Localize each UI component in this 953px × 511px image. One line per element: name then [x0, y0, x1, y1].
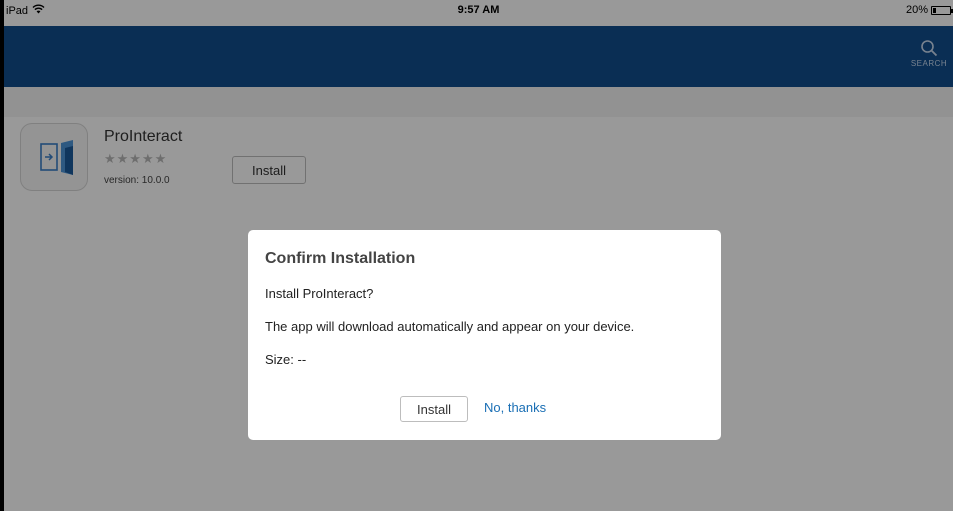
- dialog-question: Install ProInteract?: [265, 286, 374, 301]
- dialog-decline-link[interactable]: No, thanks: [484, 400, 546, 415]
- dialog-install-button[interactable]: Install: [400, 396, 468, 422]
- dialog-message: The app will download automatically and …: [265, 319, 635, 334]
- dialog-title: Confirm Installation: [265, 250, 416, 267]
- confirm-install-dialog: Confirm Installation Install ProInteract…: [248, 230, 721, 440]
- ipad-screen: iPad 9:57 AM 20% SEARCH ProInteract ★★★★…: [4, 0, 953, 511]
- dialog-size: Size: --: [265, 352, 307, 367]
